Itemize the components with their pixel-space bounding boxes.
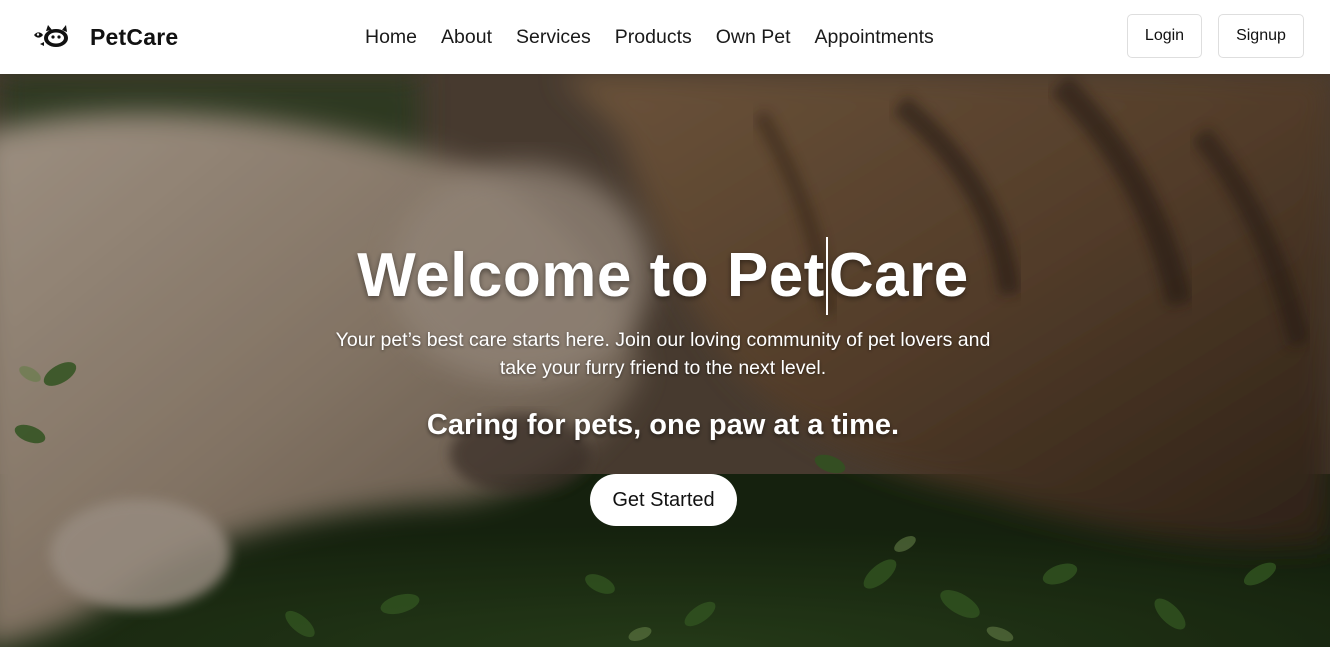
signup-button[interactable]: Signup — [1218, 14, 1304, 58]
nav-link-about[interactable]: About — [441, 24, 492, 50]
get-started-button[interactable]: Get Started — [590, 474, 737, 526]
hero-title-part1: Welcome to Pet — [357, 241, 825, 310]
pet-logo-icon — [34, 25, 68, 47]
hero-title-part2: Care — [828, 241, 969, 310]
navbar: PetCare Home About Services Products Own… — [0, 0, 1330, 74]
hero-subtitle: Your pet’s best care starts here. Join o… — [335, 329, 991, 379]
nav-link-products[interactable]: Products — [615, 24, 692, 50]
nav-link-appointments[interactable]: Appointments — [815, 24, 934, 50]
hero-section: Welcome to PetCare Your pet’s best care … — [0, 74, 1330, 647]
login-button[interactable]: Login — [1127, 14, 1202, 58]
brand-link[interactable]: PetCare — [32, 18, 178, 56]
brand-name: PetCare — [90, 23, 179, 50]
nav-link-services[interactable]: Services — [516, 24, 591, 50]
nav-link-own-pet[interactable]: Own Pet — [716, 24, 791, 50]
main-nav: Home About Services Products Own Pet App… — [365, 24, 958, 50]
typing-cursor — [825, 236, 828, 315]
nav-link-home[interactable]: Home — [365, 24, 417, 50]
hero-tagline: Caring for pets, one paw at a time. — [426, 409, 900, 441]
hero-title: Welcome to PetCare — [0, 234, 1326, 319]
